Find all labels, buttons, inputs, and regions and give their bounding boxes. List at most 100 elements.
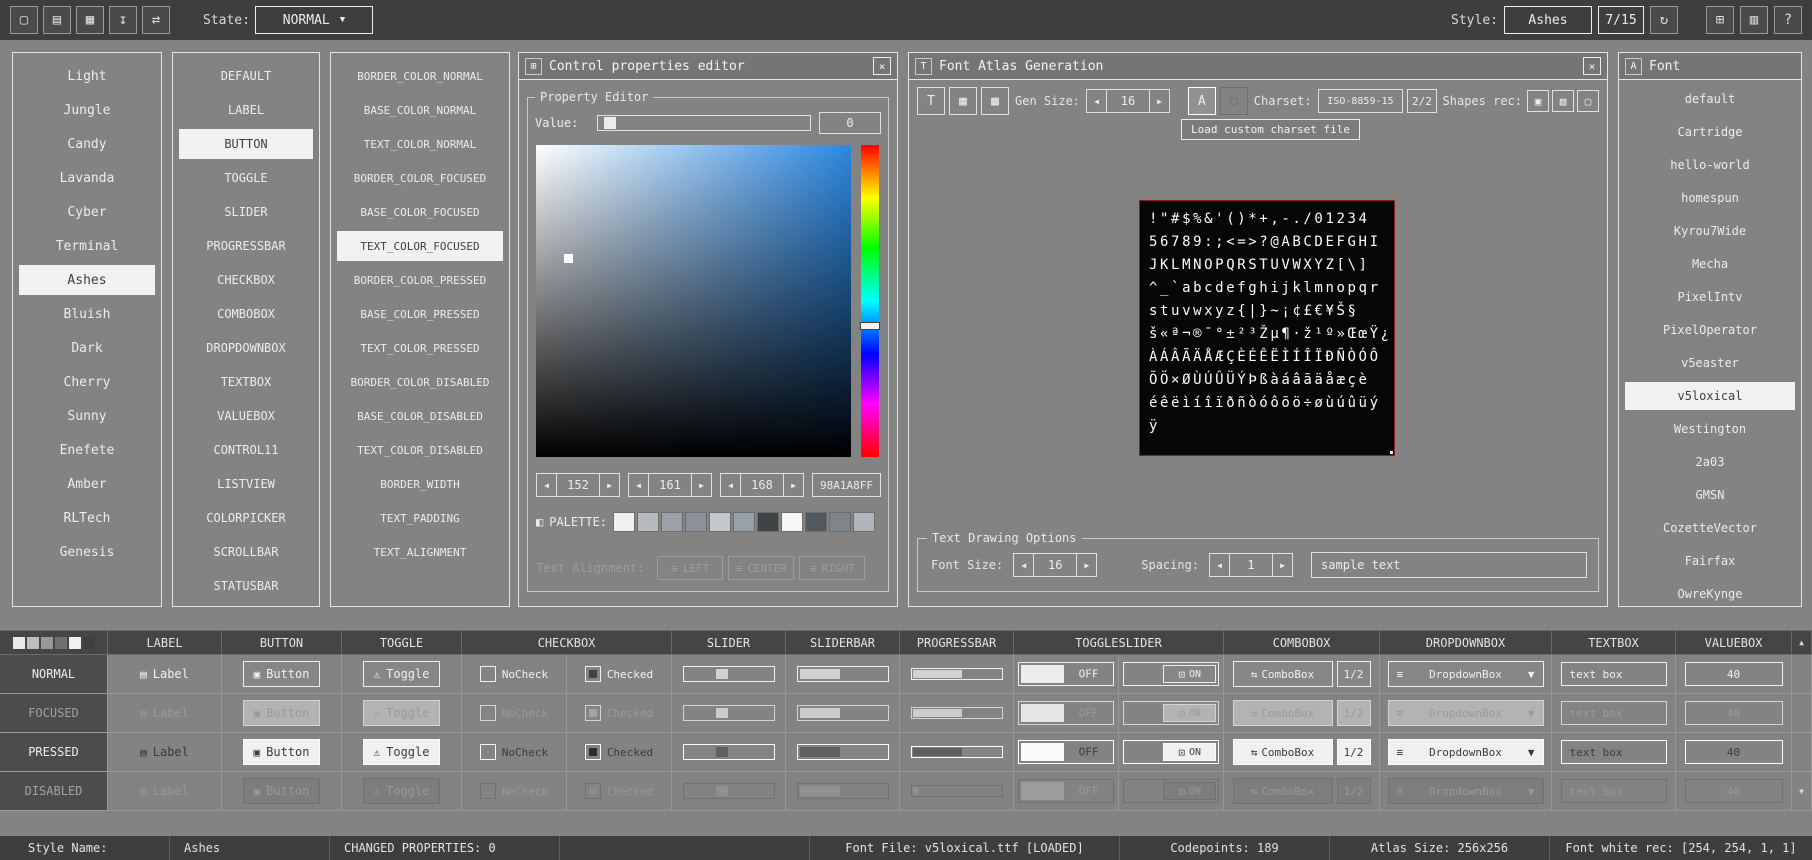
new-style-button[interactable]: ▢ [10,6,38,34]
green-increment-button[interactable]: ▶ [691,473,712,497]
control-list-item[interactable]: BUTTON [179,129,313,159]
value-box[interactable]: 0 [819,112,881,134]
style-index-counter[interactable]: 7/15 [1598,6,1644,34]
property-list-item[interactable]: BORDER_COLOR_PRESSED [337,265,503,295]
gen-size-increment-button[interactable]: ▶ [1149,89,1170,113]
font-list-item[interactable]: Mecha [1625,250,1795,278]
font-list-item[interactable]: PixelIntv [1625,283,1795,311]
red-decrement-button[interactable]: ◀ [536,473,557,497]
dropdownbox-control[interactable]: ≡DropdownBox▼ [1388,700,1544,726]
control-list-item[interactable]: DROPDOWNBOX [179,333,313,363]
sliderbar-control[interactable] [797,705,889,721]
palette-swatch[interactable] [757,512,779,532]
red-value[interactable]: 152 [557,473,599,497]
control-list-item[interactable]: PROGRESSBAR [179,231,313,261]
blue-increment-button[interactable]: ▶ [783,473,804,497]
property-list-item[interactable]: TEXT_ALIGNMENT [337,537,503,567]
font-list-item[interactable]: Kyrou7Wide [1625,217,1795,245]
spacing-increment-button[interactable]: ▶ [1272,553,1293,577]
load-charset-button[interactable]: A [1188,87,1216,115]
palette-swatch[interactable] [709,512,731,532]
font-list-item[interactable]: v5easter [1625,349,1795,377]
toggle-control[interactable]: ⚠Toggle [363,739,441,765]
slider-control[interactable] [683,744,775,760]
charset-file-button[interactable]: ▢ [1220,87,1248,115]
font-list-item[interactable]: Westington [1625,415,1795,443]
toggleslider-off-control[interactable]: OFF [1018,779,1114,803]
align-left-button[interactable]: ≡ LEFT [657,556,723,580]
color-picker-cursor[interactable] [564,254,573,263]
font-atlas-preview[interactable]: !"#$%&'()*+,-./0123456789:;<=>?@ABCDEFGH… [1139,200,1395,456]
align-center-button[interactable]: ≡ CENTER [728,556,794,580]
combobox-control[interactable]: ⇆ComboBox1/2 [1233,778,1371,804]
style-list-item[interactable]: RLTech [19,503,155,533]
slider-control[interactable] [683,783,775,799]
font-list-item[interactable]: v5loxical [1625,382,1795,410]
control-list-item[interactable]: SLIDER [179,197,313,227]
font-list-item[interactable]: GMSN [1625,481,1795,509]
combobox-control[interactable]: ⇆ComboBox1/2 [1233,739,1371,765]
toggle-control[interactable]: ⚠Toggle [363,700,441,726]
toggleslider-on-control[interactable]: ⊡ON [1123,662,1219,686]
font-size-increment-button[interactable]: ▶ [1076,553,1097,577]
toggle-control[interactable]: ⚠Toggle [363,778,441,804]
toggleslider-on-control[interactable]: ⊡ON [1123,779,1219,803]
property-list-item[interactable]: BASE_COLOR_NORMAL [337,95,503,125]
font-list-item[interactable]: default [1625,85,1795,113]
style-list-item[interactable]: Cyber [19,197,155,227]
property-list-item[interactable]: BORDER_COLOR_FOCUSED [337,163,503,193]
control-list-item[interactable]: VALUEBOX [179,401,313,431]
shapes-rec-empty-button[interactable]: ▢ [1577,90,1599,112]
textbox-control[interactable]: text box [1561,740,1667,764]
state-dropdown[interactable]: NORMAL ▼ [255,6,373,34]
hue-bar[interactable] [861,145,879,457]
palette-swatch[interactable] [805,512,827,532]
atlas-text-tool-button[interactable]: T [917,87,945,115]
sliderbar-control[interactable] [797,783,889,799]
palette-swatch[interactable] [829,512,851,532]
font-list-item[interactable]: 2a03 [1625,448,1795,476]
control-list-item[interactable]: SCROLLBAR [179,537,313,567]
property-list-item[interactable]: BORDER_COLOR_NORMAL [337,61,503,91]
control-list-item[interactable]: LABEL [179,95,313,125]
valuebox-control[interactable]: 40 [1685,740,1783,764]
green-value[interactable]: 161 [649,473,691,497]
control-list-item[interactable]: STATUSBAR [179,571,313,601]
dropdownbox-control[interactable]: ≡DropdownBox▼ [1388,739,1544,765]
save-style-button[interactable]: ▦ [76,6,104,34]
value-slider[interactable] [597,115,811,131]
font-size-value[interactable]: 16 [1034,553,1076,577]
export-style-button[interactable]: ↧ [109,6,137,34]
spacing-decrement-button[interactable]: ◀ [1209,553,1230,577]
valuebox-control[interactable]: 40 [1685,779,1783,803]
table-scroll-up-button[interactable]: ▲ [1792,630,1812,655]
font-list-item[interactable]: PixelOperator [1625,316,1795,344]
hue-bar-knob[interactable] [860,322,880,330]
control-list-item[interactable]: CONTROL11 [179,435,313,465]
charset-pages-box[interactable]: 2/2 [1407,89,1436,113]
style-list-item[interactable]: Lavanda [19,163,155,193]
toggleslider-off-control[interactable]: OFF [1018,740,1114,764]
control-list-item[interactable]: TEXTBOX [179,367,313,397]
table-scroll-down-button[interactable]: ▼ [1792,772,1812,811]
atlas-window-titlebar[interactable]: T Font Atlas Generation × [909,53,1607,80]
button-control[interactable]: ▣Button [243,778,321,804]
font-list-item[interactable]: Fairfax [1625,547,1795,575]
control-list-item[interactable]: DEFAULT [179,61,313,91]
atlas-window-close-button[interactable]: × [1583,57,1601,75]
style-list-item[interactable]: Jungle [19,95,155,125]
style-list-item[interactable]: Terminal [19,231,155,261]
font-list-item[interactable]: OwreKynge [1625,580,1795,608]
toggle-control[interactable]: ⚠Toggle [363,661,441,687]
nocheck-checkbox[interactable]: NoCheck [480,666,548,682]
checked-checkbox[interactable]: Checked [585,666,653,682]
sliderbar-control[interactable] [797,744,889,760]
textbox-control[interactable]: text box [1561,662,1667,686]
property-list-item[interactable]: BORDER_COLOR_DISABLED [337,367,503,397]
style-list-item[interactable]: Dark [19,333,155,363]
table-scroll-track[interactable] [1792,694,1812,733]
control-list-item[interactable]: COLORPICKER [179,503,313,533]
sample-text-input[interactable]: sample text [1311,552,1587,578]
button-control[interactable]: ▣Button [243,739,321,765]
about-button[interactable]: ? [1774,6,1802,34]
